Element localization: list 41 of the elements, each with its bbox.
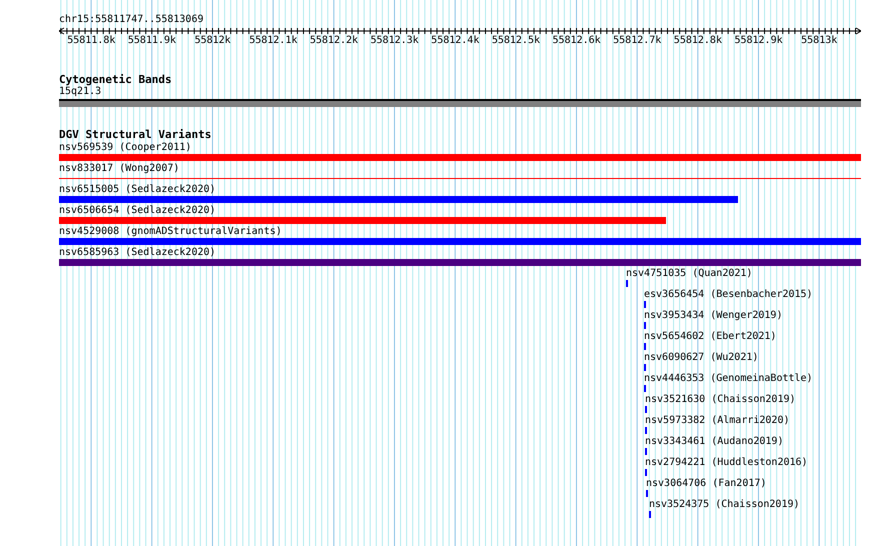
feature-label: nsv833017 (Wong2007) xyxy=(59,162,180,175)
variant-bar[interactable] xyxy=(59,154,861,161)
tick-label: 55812.1k xyxy=(248,35,298,47)
tick-label: 55812.8k xyxy=(672,35,723,47)
feature-label: nsv6515005 (Sedlazeck2020) xyxy=(59,183,216,196)
variant-line[interactable] xyxy=(59,178,861,179)
feature-label: nsv6090627 (Wu2021) xyxy=(644,351,758,364)
variant-bar[interactable] xyxy=(59,196,738,203)
feature-label: nsv4751035 (Quan2021) xyxy=(626,267,752,280)
track-title: Cytogenetic Bands xyxy=(59,74,173,86)
track-title: DGV Structural Variants xyxy=(59,129,212,141)
feature-label: nsv569539 (Cooper2011) xyxy=(59,141,192,154)
feature-label: nsv3064706 (Fan2017) xyxy=(646,477,766,490)
variant-bar[interactable] xyxy=(59,238,861,245)
tick-label: 55812.7k xyxy=(612,35,662,47)
tick-label: 55812.3k xyxy=(370,35,420,47)
location-label: chr15:55811747..55813069 xyxy=(59,14,204,26)
feature-label: nsv2794221 (Huddleston2016) xyxy=(645,456,808,469)
tick-label: 55811.8k xyxy=(66,35,116,47)
band-label: 15q21.3 xyxy=(59,86,102,98)
feature-label: nsv3343461 (Audano2019) xyxy=(645,435,784,448)
tick-label: 55812.5k xyxy=(490,35,541,47)
tick-label: 55812.4k xyxy=(430,35,480,47)
feature-label: nsv4529008 (gnomADStructuralVariants) xyxy=(59,225,282,238)
feature-label: nsv3524375 (Chaisson2019) xyxy=(649,498,800,511)
feature-label: nsv3521630 (Chaisson2019) xyxy=(645,393,796,406)
feature-label: nsv6585963 (Sedlazeck2020) xyxy=(59,246,216,259)
variant-bar[interactable] xyxy=(59,217,666,224)
tick-label: 55812k xyxy=(194,35,232,47)
feature-label: nsv6506654 (Sedlazeck2020) xyxy=(59,204,216,217)
variant-bar[interactable] xyxy=(59,259,861,266)
tick-label: 55812.9k xyxy=(733,35,784,47)
feature-label: nsv5654602 (Ebert2021) xyxy=(644,330,776,343)
feature-label: esv3656454 (Besenbacher2015) xyxy=(644,288,813,301)
feature-label: nsv3953434 (Wenger2019) xyxy=(644,309,782,322)
tick-label: 55811.9k xyxy=(126,35,178,47)
tick-label: 55812.2k xyxy=(308,35,360,47)
feature-label: nsv5973382 (Almarri2020) xyxy=(645,414,790,427)
tick-label: 55812.6k xyxy=(551,35,602,47)
tick-label: 55813k xyxy=(800,35,838,47)
feature-label: nsv4446353 (GenomeinaBottle) xyxy=(644,372,813,385)
